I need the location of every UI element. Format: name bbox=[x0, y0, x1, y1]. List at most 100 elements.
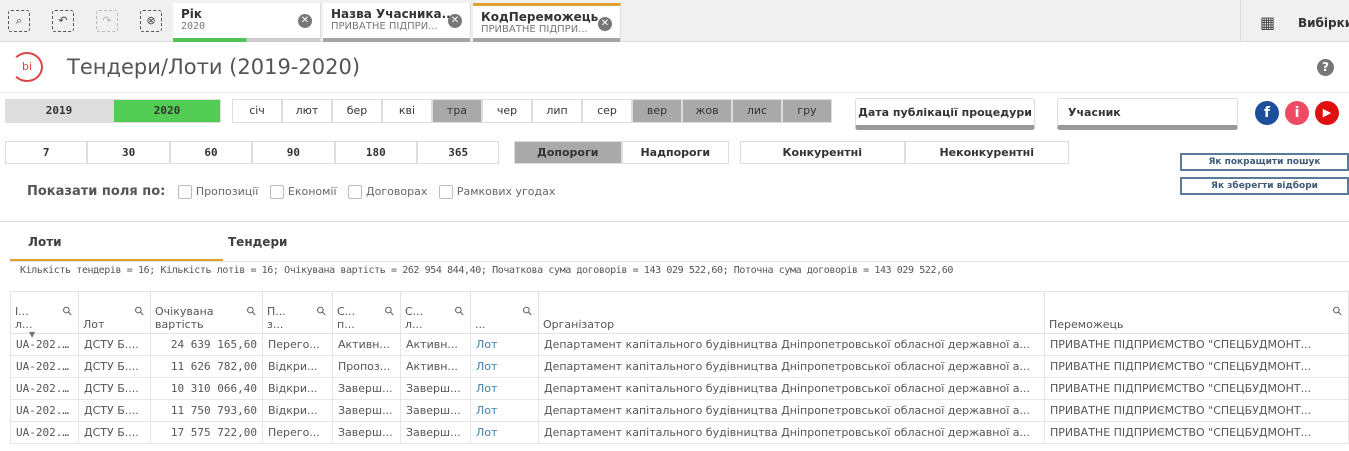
column-header[interactable]: П... з... ⚲ bbox=[262, 291, 333, 334]
days-button-0[interactable]: 7 bbox=[5, 141, 88, 164]
column-header[interactable]: С... п... ⚲ bbox=[332, 291, 401, 334]
column-header[interactable]: Організатор bbox=[538, 291, 1045, 334]
table-cell: Активн... bbox=[400, 355, 471, 378]
table-cell: Перего... bbox=[262, 333, 333, 356]
divider bbox=[0, 221, 1349, 222]
selection-tab-winner[interactable]: КодПереможець ПРИВАТНЕ ПІДПРИ... ✕ bbox=[473, 3, 621, 42]
days-button-2[interactable]: 60 bbox=[169, 141, 253, 164]
days-button-1[interactable]: 30 bbox=[87, 141, 170, 164]
selection-tab-participant[interactable]: Назва Учасника... ПРИВАТНЕ ПІДПРИ... ✕ bbox=[323, 3, 471, 42]
checkbox-contracts[interactable] bbox=[348, 185, 363, 199]
clear-selections-icon[interactable]: ⊗ bbox=[140, 10, 162, 32]
table-row[interactable]: UA-202... ДСТУ Б.... 11 626 782,00 Відкри..… bbox=[10, 355, 1349, 378]
table-row[interactable]: UA-202... ДСТУ Б.... 11 750 793,60 Відкри..… bbox=[10, 399, 1349, 422]
selection-tab-year[interactable]: Рік 2020 ✕ bbox=[173, 3, 321, 42]
month-button-7[interactable]: сер bbox=[582, 99, 632, 123]
month-button-5[interactable]: чер bbox=[482, 99, 532, 123]
month-button-11[interactable]: гру bbox=[782, 99, 832, 123]
lot-link[interactable]: Лот bbox=[470, 355, 539, 378]
lots-table: І... л... ⚲ ▼ Лот ⚲ Очікувана вартість ⚲ П... з...… bbox=[10, 291, 1349, 444]
header-line: Переможець bbox=[1049, 318, 1124, 331]
days-button-3[interactable]: 90 bbox=[252, 141, 335, 164]
selection-bar bbox=[173, 38, 320, 42]
selection-bar bbox=[473, 38, 620, 42]
search-icon[interactable]: ⚲ bbox=[132, 303, 148, 319]
table-cell: UA-202... bbox=[10, 333, 79, 356]
date-publication-filter[interactable]: Дата публікації процедури bbox=[855, 98, 1035, 130]
days-button-5[interactable]: 365 bbox=[417, 141, 500, 164]
table-cell: Департамент капітального будівництва Дні… bbox=[538, 377, 1045, 400]
header-line: л... bbox=[15, 318, 33, 331]
lot-link[interactable]: Лот bbox=[470, 333, 539, 356]
table-row[interactable]: UA-202... ДСТУ Б.... 24 639 165,60 Перего..… bbox=[10, 333, 1349, 356]
divider bbox=[10, 261, 1349, 262]
lot-link[interactable]: Лот bbox=[470, 377, 539, 400]
table-cell: UA-202... bbox=[10, 355, 79, 378]
step-back-icon[interactable]: ↶ bbox=[52, 10, 74, 32]
close-icon[interactable]: ✕ bbox=[298, 14, 312, 28]
tab-value: ПРИВАТНЕ ПІДПРИ... bbox=[331, 21, 438, 32]
column-header[interactable]: С... л... ⚲ bbox=[400, 291, 471, 334]
header-line: вартість bbox=[155, 318, 204, 331]
selections-button[interactable]: Вибірки bbox=[1298, 16, 1349, 30]
checkbox-framework[interactable] bbox=[438, 185, 453, 199]
lot-link[interactable]: Лот bbox=[470, 421, 539, 444]
close-icon[interactable]: ✕ bbox=[598, 17, 612, 31]
month-button-0[interactable]: січ bbox=[232, 99, 282, 123]
checkbox-proposals[interactable] bbox=[177, 185, 192, 199]
column-header[interactable]: ... ⚲ bbox=[470, 291, 539, 334]
youtube-icon[interactable]: ▶ bbox=[1315, 101, 1339, 125]
month-button-4[interactable]: тра bbox=[432, 99, 482, 123]
threshold-button-1[interactable]: Надпороги bbox=[621, 141, 729, 164]
table-cell: Перего... bbox=[262, 421, 333, 444]
header-line: з... bbox=[267, 318, 284, 331]
search-icon[interactable]: ⚲ bbox=[520, 303, 536, 319]
checkbox-savings[interactable] bbox=[269, 185, 284, 199]
table-cell: UA-202... bbox=[10, 421, 79, 444]
month-button-1[interactable]: лют bbox=[282, 99, 332, 123]
table-row[interactable]: UA-202... ДСТУ Б.... 10 310 066,40 Відкри..… bbox=[10, 377, 1349, 400]
table-cell: Департамент капітального будівництва Дні… bbox=[538, 355, 1045, 378]
column-header[interactable]: Лот ⚲ bbox=[78, 291, 151, 334]
tab-tenders[interactable]: Тендери bbox=[228, 232, 287, 252]
selections-grid-icon[interactable]: ▦ bbox=[1260, 13, 1275, 32]
search-icon[interactable]: ⚲ bbox=[1330, 303, 1346, 319]
checkbox-label: Економії bbox=[287, 185, 337, 198]
step-forward-icon[interactable]: ↷ bbox=[96, 10, 118, 32]
smart-search-icon[interactable]: ⌕ bbox=[8, 10, 30, 32]
year-button-0[interactable]: 2019 bbox=[5, 99, 113, 123]
month-button-2[interactable]: бер bbox=[332, 99, 382, 123]
month-button-8[interactable]: вер bbox=[632, 99, 682, 123]
year-button-1[interactable]: 2020 bbox=[113, 99, 221, 123]
days-button-4[interactable]: 180 bbox=[334, 141, 417, 164]
checkbox-label: Пропозиції bbox=[195, 185, 259, 198]
table-cell: ПРИВАТНЕ ПІДПРИЄМСТВО "СПЕЦБУДМОНТ... bbox=[1044, 355, 1349, 378]
how-improve-search-link[interactable]: Як покращити пошук bbox=[1180, 153, 1349, 171]
participant-filter[interactable]: Учасник bbox=[1057, 98, 1238, 130]
competition-button-1[interactable]: Неконкурентні bbox=[904, 141, 1069, 164]
month-button-3[interactable]: кві bbox=[382, 99, 432, 123]
month-button-6[interactable]: лип bbox=[532, 99, 582, 123]
tab-title: Рік bbox=[181, 7, 203, 21]
column-header[interactable]: Очікувана вартість ⚲ bbox=[150, 291, 263, 334]
table-row[interactable]: UA-202... ДСТУ Б.... 17 575 722,00 Перего..… bbox=[10, 421, 1349, 444]
lot-link[interactable]: Лот bbox=[470, 399, 539, 422]
how-save-selections-link[interactable]: Як зберегти відбори bbox=[1180, 177, 1349, 195]
month-button-9[interactable]: жов bbox=[682, 99, 732, 123]
table-cell: UA-202... bbox=[10, 399, 79, 422]
tab-lots[interactable]: Лоти bbox=[10, 232, 223, 261]
close-icon[interactable]: ✕ bbox=[448, 14, 462, 28]
tab-title: КодПереможець bbox=[481, 10, 599, 24]
facebook-icon[interactable]: f bbox=[1255, 101, 1279, 125]
table-cell: Активн... bbox=[332, 333, 401, 356]
column-header[interactable]: І... л... ⚲ ▼ bbox=[10, 291, 79, 339]
info-icon[interactable]: i bbox=[1285, 101, 1309, 125]
help-icon[interactable]: ? bbox=[1317, 59, 1334, 76]
month-button-10[interactable]: лис bbox=[732, 99, 782, 123]
summary-text: Кількість тендерів = 16; Кількість лотів… bbox=[20, 265, 954, 276]
competition-button-0[interactable]: Конкурентні bbox=[740, 141, 905, 164]
threshold-button-0[interactable]: Допороги bbox=[514, 141, 622, 164]
column-header[interactable]: Переможець ⚲ bbox=[1044, 291, 1349, 334]
table-cell: 10 310 066,40 bbox=[150, 377, 263, 400]
tab-value: ПРИВАТНЕ ПІДПРИ... bbox=[481, 24, 588, 35]
